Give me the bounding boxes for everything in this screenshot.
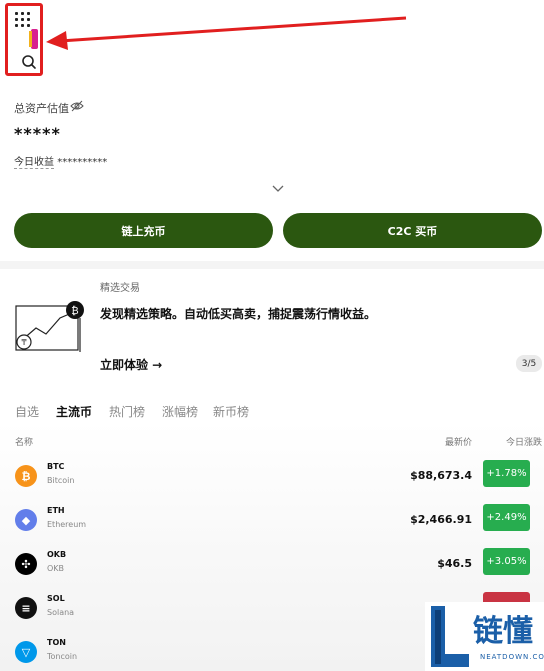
coin-change-badge[interactable]: +1.78%: [483, 460, 530, 487]
table-row[interactable]: ✣ OKB OKB $46.5 +3.05%: [0, 548, 544, 592]
coin-symbol: OKB: [47, 550, 67, 559]
tab-hot[interactable]: 热门榜: [109, 403, 145, 420]
promo-try-now-link[interactable]: 立即体验 →: [100, 356, 162, 373]
tab-favorites[interactable]: 自选: [15, 403, 39, 420]
coin-change-badge[interactable]: +2.49%: [483, 504, 530, 531]
onchain-deposit-button[interactable]: 链上充币: [14, 213, 273, 248]
svg-text:₿: ₿: [71, 305, 78, 317]
brand-logo-icon: [431, 606, 469, 667]
pointer-arrow: [46, 16, 407, 50]
section-divider: [0, 261, 544, 269]
today-earnings-value: **********: [57, 157, 108, 168]
coin-price: $46.5: [437, 557, 472, 570]
coin-logo-icon: ◆: [15, 509, 37, 531]
coin-price: $88,673.4: [410, 469, 472, 482]
tab-gainers[interactable]: 涨幅榜: [162, 403, 198, 420]
trading-chart-illustration: ₿ ₸: [15, 301, 84, 352]
coin-name: Solana: [47, 608, 75, 617]
c2c-buy-button[interactable]: C2C 买币: [283, 213, 542, 248]
coin-logo-icon: ✣: [15, 553, 37, 575]
coin-name: OKB: [47, 564, 65, 573]
coin-name: Toncoin: [47, 652, 78, 661]
tab-mainstream[interactable]: 主流币: [56, 403, 92, 420]
assets-label: 总资产估值: [14, 102, 69, 115]
coin-logo-icon: ▽: [15, 641, 37, 663]
coin-name: Bitcoin: [47, 476, 75, 485]
watermark-url: NEATDOWN.COM: [480, 653, 544, 661]
table-row[interactable]: ◆ ETH Ethereum $2,466.91 +2.49%: [0, 504, 544, 548]
column-name: 名称: [15, 438, 34, 448]
assets-value: *****: [14, 124, 61, 143]
watermark-brand: 链懂: [473, 614, 533, 649]
coin-logo-icon: ≡: [15, 597, 37, 619]
coin-price: $2,466.91: [410, 513, 472, 526]
coin-change-badge[interactable]: +3.05%: [483, 548, 530, 575]
tab-new-listings[interactable]: 新币榜: [213, 403, 249, 420]
coin-symbol: TON: [47, 638, 66, 647]
watermark-logo: 链懂 NEATDOWN.COM: [425, 602, 544, 671]
column-price: 最新价: [445, 438, 473, 448]
apps-grid-icon[interactable]: [15, 12, 30, 27]
coin-name: Ethereum: [47, 520, 87, 529]
chevron-down-icon[interactable]: [271, 184, 285, 194]
column-change: 今日涨跌: [506, 438, 543, 448]
promo-pager: 3/5: [516, 355, 542, 372]
today-earnings-label: 今日收益: [14, 157, 54, 169]
coin-symbol: SOL: [47, 594, 65, 603]
promo-tag: 精选交易: [100, 283, 140, 294]
coin-symbol: BTC: [47, 462, 65, 471]
coin-logo-icon: ₿: [15, 465, 37, 487]
table-row[interactable]: ₿ BTC Bitcoin $88,673.4 +1.78%: [0, 460, 544, 504]
search-icon[interactable]: [20, 53, 38, 71]
badge-icon[interactable]: [29, 29, 39, 49]
hide-eye-icon[interactable]: [70, 100, 84, 112]
promo-title: 发现精选策略。自动低买高卖，捕捉震荡行情收益。: [100, 307, 377, 321]
today-earnings: 今日收益 **********: [14, 153, 108, 169]
coin-symbol: ETH: [47, 506, 65, 515]
